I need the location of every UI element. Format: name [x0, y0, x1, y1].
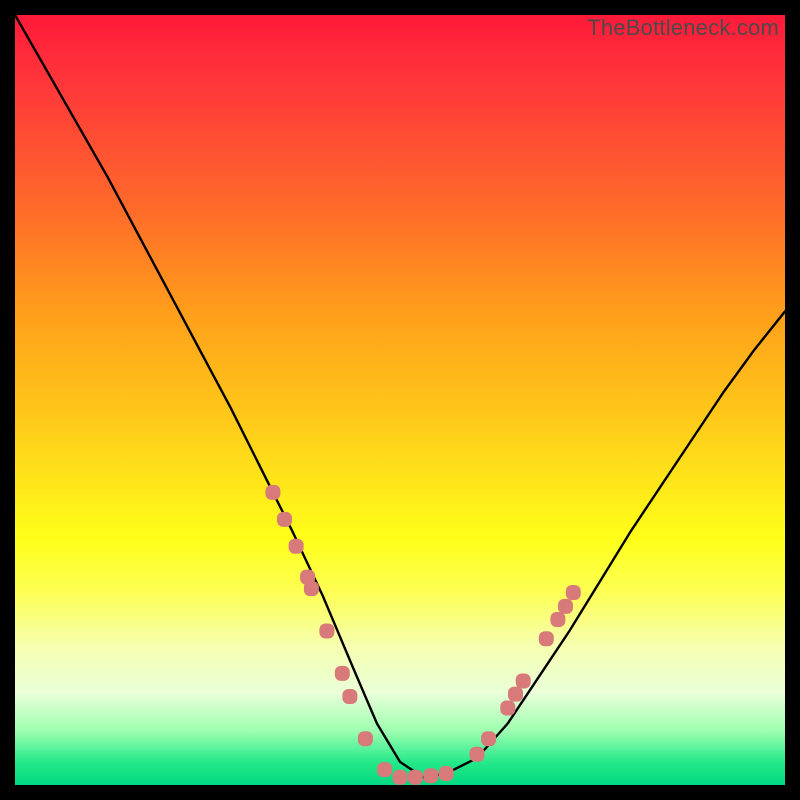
data-point: [500, 701, 515, 716]
data-point: [423, 768, 438, 783]
data-point: [408, 770, 423, 785]
data-point: [289, 539, 304, 554]
data-point: [516, 674, 531, 689]
data-point: [550, 612, 565, 627]
data-point: [470, 747, 485, 762]
data-point: [265, 485, 280, 500]
data-point: [481, 731, 496, 746]
data-point: [335, 666, 350, 681]
data-point: [319, 624, 334, 639]
data-point: [439, 766, 454, 781]
data-point: [566, 585, 581, 600]
bottleneck-chart-svg: [15, 15, 785, 785]
data-point: [558, 599, 573, 614]
data-point: [342, 689, 357, 704]
data-point-markers: [265, 485, 580, 785]
data-point: [358, 731, 373, 746]
data-point: [377, 762, 392, 777]
data-point: [539, 631, 554, 646]
data-point: [393, 770, 408, 785]
chart-frame: TheBottleneck.com: [0, 0, 800, 800]
data-point: [277, 512, 292, 527]
chart-plot-area: TheBottleneck.com: [15, 15, 785, 785]
bottleneck-curve: [15, 15, 785, 777]
data-point: [304, 581, 319, 596]
data-point: [508, 687, 523, 702]
